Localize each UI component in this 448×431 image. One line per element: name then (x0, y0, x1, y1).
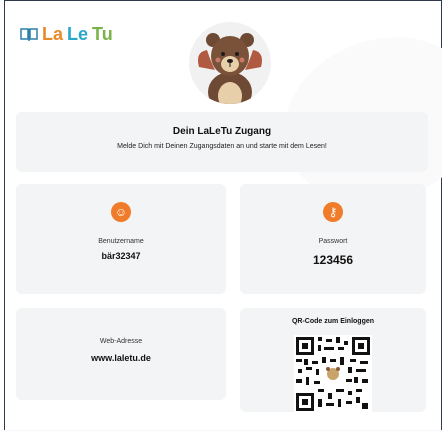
username-value: bär32347 (101, 251, 141, 261)
web-address-label: Web-Adresse (99, 338, 143, 345)
laletu-logo: La Le Tu (20, 24, 113, 45)
smiley-icon: ☺ (111, 202, 131, 222)
key-icon: ⚷ (323, 202, 343, 222)
username-label: Benutzername (98, 238, 144, 245)
welcome-title: Dein LaLeTu Zugang (172, 126, 272, 137)
welcome-card: Dein LaLeTu Zugang Melde Dich mit Deinen… (16, 112, 428, 172)
web-address-value: www.laletu.de (91, 353, 151, 363)
password-value: 123456 (312, 253, 354, 267)
password-card: ⚷ Passwort 123456 (240, 184, 426, 294)
welcome-subtitle: Melde Dich mit Deinen Zugangsdaten an un… (117, 143, 327, 150)
logo-part-3: Tu (92, 24, 113, 44)
page: La Le Tu Dein LaLeTu Zugang Melde Dich mit… (4, 0, 442, 431)
qr-title: QR-Code zum Einloggen (291, 318, 375, 325)
web-address-card: Web-Adresse www.laletu.de (16, 308, 226, 400)
bear-avatar (189, 22, 271, 104)
password-label: Passwort (318, 238, 348, 245)
qr-code[interactable] (294, 335, 372, 413)
qr-code-image (294, 335, 372, 413)
logo-part-2: Le (67, 24, 89, 44)
username-card: ☺ Benutzername bär32347 (16, 184, 226, 294)
bear-icon (198, 33, 262, 104)
logo-part-1: La (42, 24, 64, 44)
book-icon (20, 27, 38, 41)
qr-card: QR-Code zum Einloggen (240, 308, 426, 413)
